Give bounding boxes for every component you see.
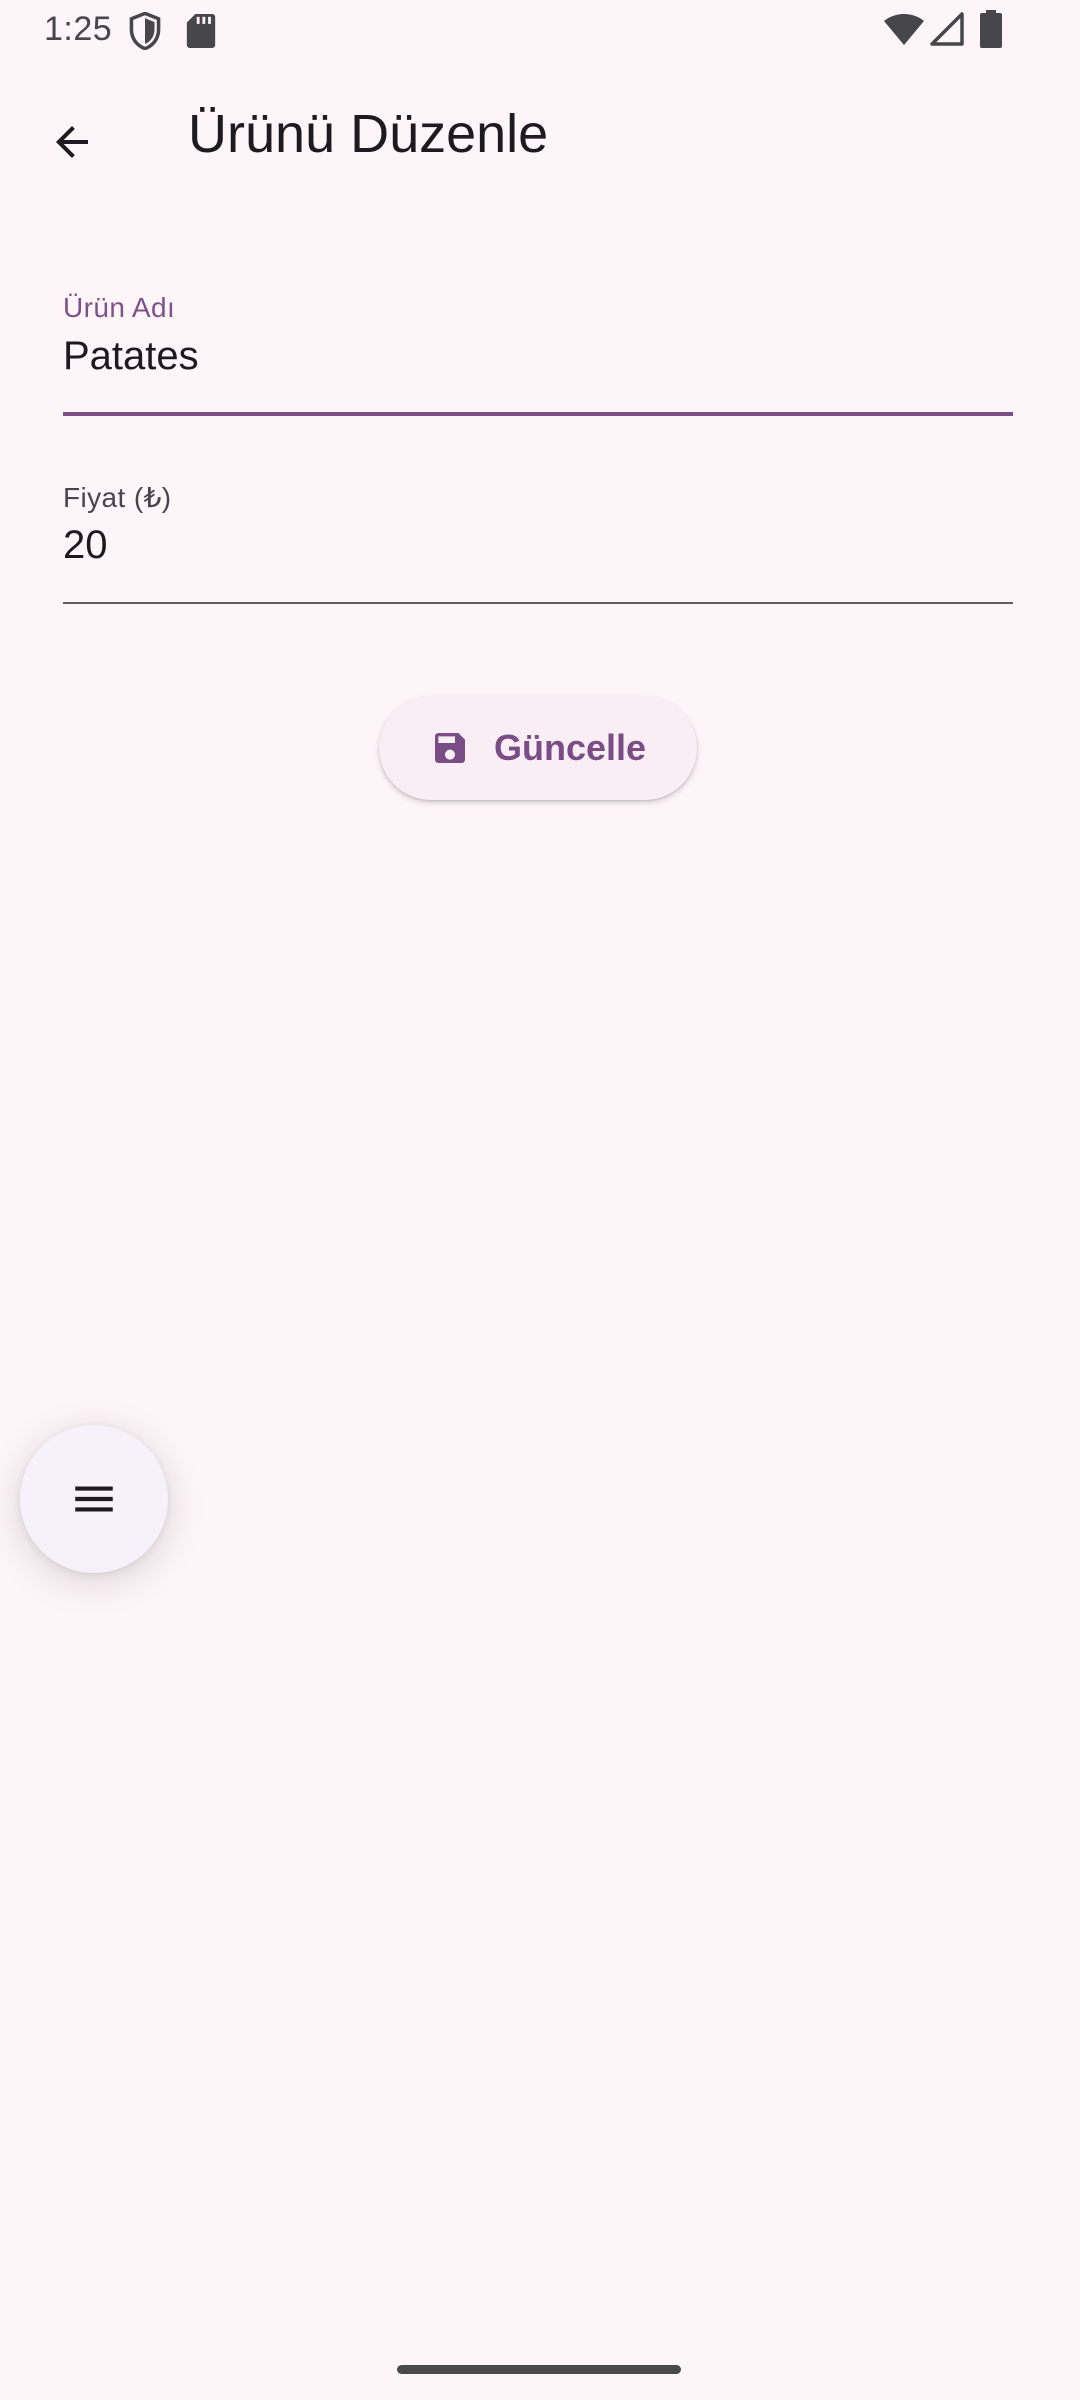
battery-icon bbox=[980, 10, 1002, 48]
gesture-bar[interactable] bbox=[397, 2365, 681, 2374]
price-field[interactable]: Fiyat (₺) bbox=[63, 481, 1013, 611]
shield-icon bbox=[129, 12, 161, 50]
status-bar: 1:25 bbox=[0, 0, 1080, 62]
update-button-label: Güncelle bbox=[493, 727, 647, 768]
product-name-label: Ürün Adı bbox=[63, 292, 176, 323]
status-time: 1:25 bbox=[44, 10, 113, 48]
save-icon bbox=[434, 733, 465, 763]
price-label: Fiyat (₺) bbox=[63, 482, 172, 513]
back-button[interactable] bbox=[24, 94, 120, 190]
update-button[interactable]: Güncelle bbox=[379, 696, 697, 800]
arrow-back-icon bbox=[56, 126, 88, 158]
menu-fab[interactable] bbox=[20, 1425, 168, 1573]
product-name-underline bbox=[63, 412, 1013, 416]
product-name-input[interactable] bbox=[63, 328, 1013, 384]
wifi-icon bbox=[884, 14, 924, 45]
menu-icon bbox=[75, 1486, 113, 1512]
cellular-signal-icon bbox=[930, 12, 964, 46]
page-title: Ürünü Düzenle bbox=[188, 104, 549, 164]
sd-card-icon bbox=[186, 14, 216, 48]
price-input[interactable] bbox=[63, 517, 1013, 573]
price-underline bbox=[63, 602, 1013, 604]
app-bar: Ürünü Düzenle bbox=[0, 62, 1080, 210]
product-name-field[interactable]: Ürün Adı bbox=[63, 292, 1013, 422]
